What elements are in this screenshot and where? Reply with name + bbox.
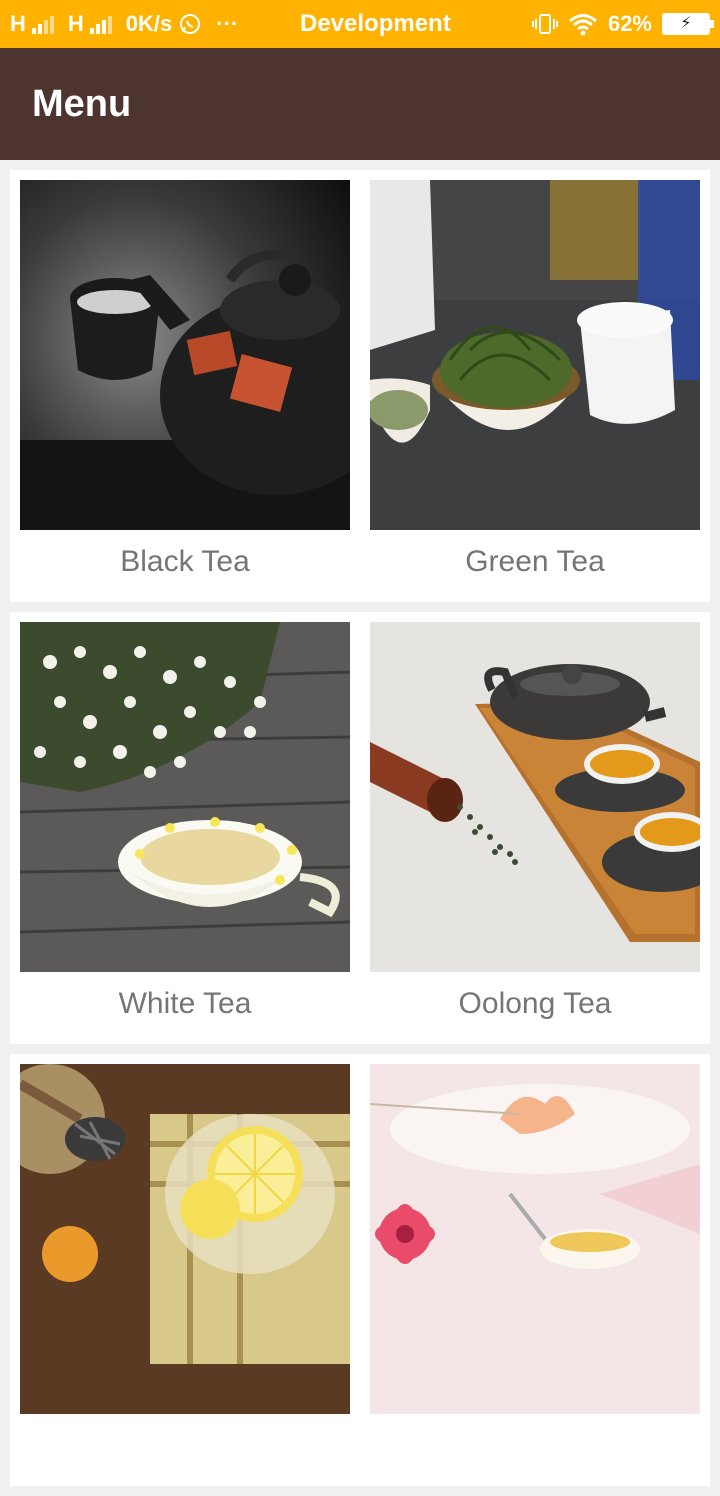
menu-item-label: Green Tea xyxy=(465,545,605,578)
menu-item-lemon-tea[interactable] xyxy=(20,1064,350,1478)
network-speed: 0K/s xyxy=(125,11,173,36)
more-notifications-icon: ··· xyxy=(216,11,239,36)
menu-grid: Black Tea Green Tea White Tea Oolong Tea xyxy=(10,170,710,1496)
menu-row: White Tea Oolong Tea xyxy=(10,612,710,1044)
signal-icon-2 xyxy=(89,14,112,34)
oolong-tea-image xyxy=(370,622,700,972)
wifi-icon xyxy=(568,12,598,36)
menu-item-white-tea[interactable]: White Tea xyxy=(20,622,350,1036)
menu-item-green-tea[interactable]: Green Tea xyxy=(370,180,700,594)
menu-item-label: Black Tea xyxy=(120,545,250,578)
menu-item-black-tea[interactable]: Black Tea xyxy=(20,180,350,594)
flower-tea-image xyxy=(370,1064,700,1414)
menu-item-label xyxy=(20,1414,350,1478)
app-bar: Menu xyxy=(0,48,720,160)
status-left: H H 0K/s ··· xyxy=(10,11,300,37)
status-bar: H H 0K/s ··· Development 62% ⚡ xyxy=(0,0,720,48)
menu-item-label: Oolong Tea xyxy=(458,987,612,1020)
whatsapp-icon xyxy=(178,12,202,36)
network-type-1: H xyxy=(10,11,26,36)
menu-item-label xyxy=(370,1414,700,1478)
green-tea-image xyxy=(370,180,700,530)
signal-icon xyxy=(31,14,54,34)
battery-icon: ⚡ xyxy=(662,13,714,35)
white-tea-image xyxy=(20,622,350,972)
menu-item-label: White Tea xyxy=(118,987,252,1020)
menu-item-flower-tea[interactable] xyxy=(370,1064,700,1478)
status-right: 62% ⚡ xyxy=(531,11,714,37)
black-tea-image xyxy=(20,180,350,530)
network-type-2: H xyxy=(67,11,84,36)
status-app-name: Development xyxy=(300,10,451,37)
lemon-tea-image xyxy=(20,1064,350,1414)
menu-item-oolong-tea[interactable]: Oolong Tea xyxy=(370,622,700,1036)
menu-row: Black Tea Green Tea xyxy=(10,170,710,602)
page-title: Menu xyxy=(32,82,132,125)
vibrate-icon xyxy=(531,12,558,36)
menu-row xyxy=(10,1054,710,1486)
battery-percent: 62% xyxy=(607,11,652,36)
